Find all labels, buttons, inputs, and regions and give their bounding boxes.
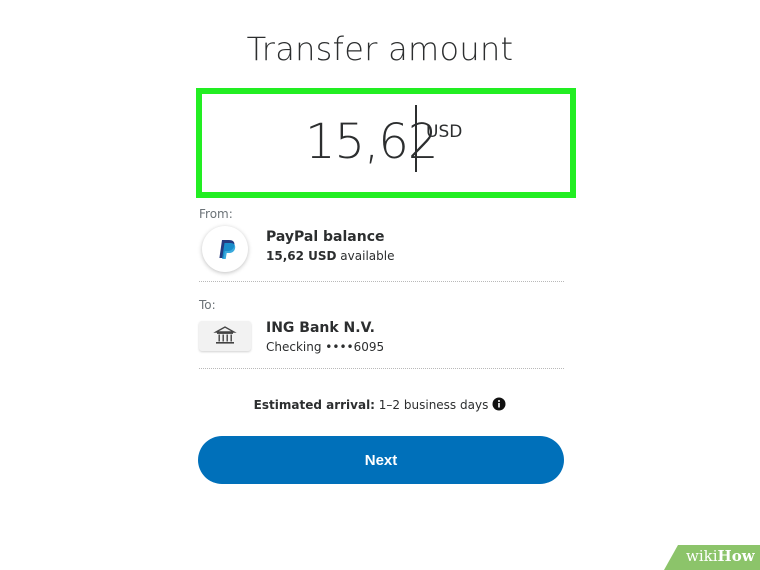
transfer-page: Transfer amount 15,62 USD From: PayPal b…	[0, 0, 760, 570]
from-account-balance: 15,62 USD available	[266, 249, 394, 263]
divider	[199, 281, 564, 282]
estimated-arrival: Estimated arrival: 1–2 business days	[0, 397, 760, 412]
from-account[interactable]: PayPal balance 15,62 USD available	[199, 226, 564, 272]
next-button[interactable]: Next	[198, 436, 564, 484]
arrival-value: 1–2 business days	[374, 398, 489, 412]
watermark-how: How	[717, 547, 755, 565]
to-account-number: Checking ••••6095	[266, 340, 385, 354]
amount-input[interactable]: 15,62	[305, 114, 438, 170]
currency-code: USD	[426, 122, 463, 142]
to-account[interactable]: ING Bank N.V. Checking ••••6095	[199, 320, 564, 354]
to-label: To:	[199, 298, 216, 312]
page-title: Transfer amount	[246, 30, 514, 68]
from-account-name: PayPal balance	[266, 229, 385, 245]
divider	[199, 368, 564, 369]
from-label: From:	[199, 207, 233, 221]
wikihow-watermark: wikiHow	[664, 545, 760, 570]
watermark-wiki: wiki	[686, 547, 718, 565]
bank-icon	[199, 321, 251, 351]
paypal-logo-icon	[202, 226, 248, 272]
arrival-label: Estimated arrival:	[253, 398, 375, 412]
balance-suffix: available	[336, 249, 395, 263]
amount-input-highlight[interactable]: 15,62 USD	[196, 88, 576, 198]
watermark-text: wikiHow	[686, 547, 755, 565]
to-account-name: ING Bank N.V.	[266, 320, 375, 336]
balance-amount: 15,62 USD	[266, 249, 337, 263]
info-icon[interactable]	[492, 397, 506, 411]
text-caret	[415, 105, 417, 172]
